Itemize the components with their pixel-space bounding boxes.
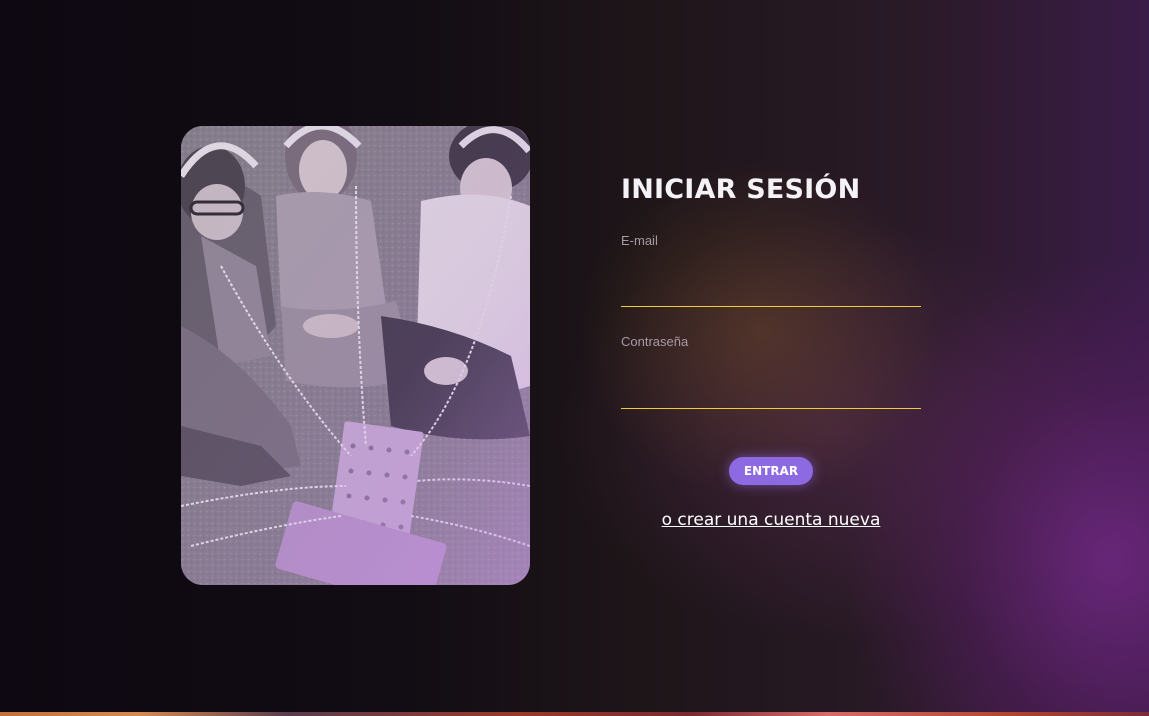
- create-account-row: o crear una cuenta nueva: [621, 510, 921, 530]
- hero-photo: [181, 126, 530, 585]
- create-account-link[interactable]: o crear una cuenta nueva: [662, 510, 881, 530]
- submit-row: ENTRAR: [621, 457, 921, 485]
- password-field-group: Contraseña: [621, 334, 921, 409]
- password-input[interactable]: [621, 369, 921, 409]
- email-input[interactable]: [621, 267, 921, 307]
- page-title: INICIAR SESIÓN: [621, 174, 861, 205]
- login-form: INICIAR SESIÓN E-mail Contraseña ENTRAR …: [621, 170, 921, 530]
- password-label: Contraseña: [621, 334, 689, 349]
- bottom-color-strip: [0, 712, 1149, 716]
- email-field-group: E-mail: [621, 233, 921, 307]
- email-label: E-mail: [621, 233, 658, 248]
- page-background: [0, 0, 1149, 716]
- enter-button[interactable]: ENTRAR: [729, 457, 813, 485]
